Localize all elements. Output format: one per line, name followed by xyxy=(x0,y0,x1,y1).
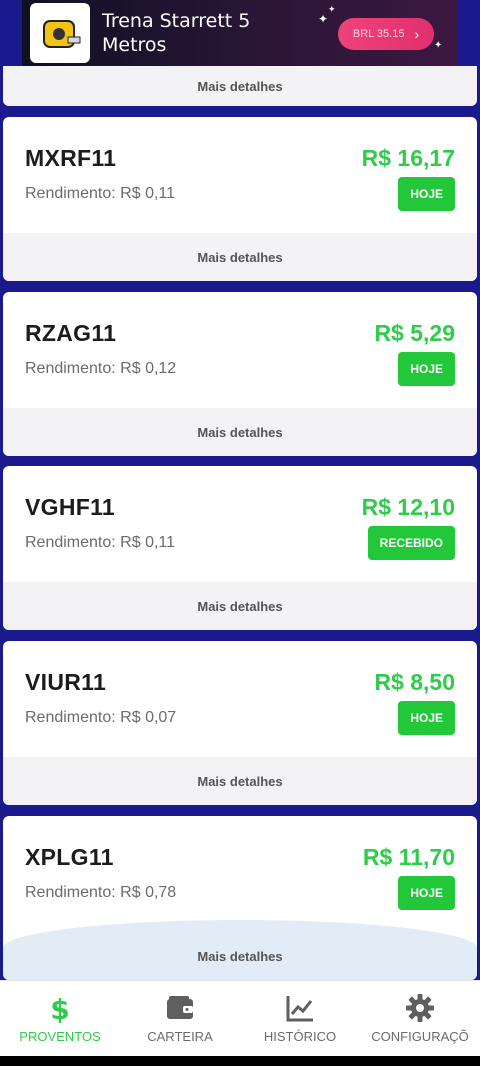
details-link[interactable]: Mais detalhes xyxy=(197,250,282,265)
tape-measure-icon xyxy=(30,3,90,63)
nav-label: CONFIGURAÇÕ xyxy=(371,1029,469,1044)
sparkle-icon: ✦ xyxy=(328,4,336,14)
ticker: VIUR11 xyxy=(25,669,107,695)
ad-title[interactable]: Trena Starrett 5 Metros xyxy=(102,9,272,57)
nav-label: HISTÓRICO xyxy=(263,1029,337,1044)
nav-item-carteira[interactable]: CARTEIRA xyxy=(120,981,240,1056)
ticker: VGHF11 xyxy=(25,494,116,520)
ticker: XPLG11 xyxy=(25,844,114,870)
gear-icon xyxy=(406,994,434,1022)
status-badge: RECEBIDO xyxy=(367,526,455,560)
nav-item-configuracoes[interactable]: CONFIGURAÇÕ xyxy=(360,981,480,1056)
amount: R$ 5,29 xyxy=(374,320,455,346)
yield-text: Rendimento: R$ 0,12 xyxy=(25,360,177,377)
chevron-right-icon: › xyxy=(414,26,420,42)
details-row[interactable]: Mais detalhes xyxy=(3,582,477,630)
nav-label: CARTEIRA xyxy=(147,1029,213,1044)
wallet-icon xyxy=(167,996,193,1019)
ticker: MXRF11 xyxy=(25,145,117,171)
svg-text:$: $ xyxy=(50,993,69,1023)
sparkle-icon: ✦ xyxy=(434,40,443,51)
status-badge: HOJE xyxy=(398,352,455,386)
details-link[interactable]: Mais detalhes xyxy=(197,949,282,964)
dividend-card: XPLG11 Rendimento: R$ 0,78 R$ 11,70 HOJE… xyxy=(3,816,477,980)
amount: R$ 8,50 xyxy=(374,669,455,695)
ad-button-label: BRL 35.15 xyxy=(352,28,405,40)
details-link[interactable]: Mais detalhes xyxy=(197,79,282,94)
details-row[interactable]: Mais detalhes xyxy=(3,233,477,281)
dollar-icon: $ xyxy=(50,993,69,1023)
yield-text: Rendimento: R$ 0,07 xyxy=(25,709,177,726)
nav-item-proventos[interactable]: $ PROVENTOS xyxy=(0,981,120,1056)
amount: R$ 11,70 xyxy=(362,844,455,870)
details-row[interactable]: Mais detalhes xyxy=(3,408,477,456)
dividend-card: MXRF11 Rendimento: R$ 0,11 R$ 16,17 HOJE… xyxy=(3,117,477,281)
status-badge: HOJE xyxy=(398,701,455,735)
system-bar xyxy=(0,1056,480,1066)
yield-text: Rendimento: R$ 0,78 xyxy=(25,884,177,901)
dividend-card: VGHF11 Rendimento: R$ 0,11 R$ 12,10 RECE… xyxy=(3,466,477,630)
yield-text: Rendimento: R$ 0,11 xyxy=(25,185,176,202)
status-badge: HOJE xyxy=(398,876,455,910)
sparkle-icon: ✦ xyxy=(318,12,329,26)
details-link[interactable]: Mais detalhes xyxy=(197,774,282,789)
details-link[interactable]: Mais detalhes xyxy=(197,425,282,440)
amount: R$ 12,10 xyxy=(361,494,455,520)
ticker: RZAG11 xyxy=(25,320,117,346)
ad-cta-button[interactable]: BRL 35.15 › xyxy=(338,18,434,50)
details-row[interactable]: Mais detalhes xyxy=(3,932,477,980)
dividend-card: VIUR11 Rendimento: R$ 0,07 R$ 8,50 HOJE … xyxy=(3,641,477,805)
details-row[interactable]: Mais detalhes xyxy=(3,757,477,805)
nav-label: PROVENTOS xyxy=(19,1029,101,1044)
ad-banner[interactable]: Trena Starrett 5 Metros ✦ ✦ ✦ BRL 35.15 … xyxy=(22,0,458,66)
card-details-partial[interactable]: Mais detalhes xyxy=(3,66,477,106)
details-link[interactable]: Mais detalhes xyxy=(197,599,282,614)
chart-line-icon xyxy=(286,996,313,1022)
dividend-card: RZAG11 Rendimento: R$ 0,12 R$ 5,29 HOJE … xyxy=(3,292,477,456)
bottom-nav: $ PROVENTOS CARTEIRA HISTÓRICO CONFIGURA… xyxy=(0,980,480,1056)
nav-item-historico[interactable]: HISTÓRICO xyxy=(240,981,360,1056)
yield-text: Rendimento: R$ 0,11 xyxy=(25,534,176,551)
status-badge: HOJE xyxy=(398,177,455,211)
amount: R$ 16,17 xyxy=(361,145,455,171)
